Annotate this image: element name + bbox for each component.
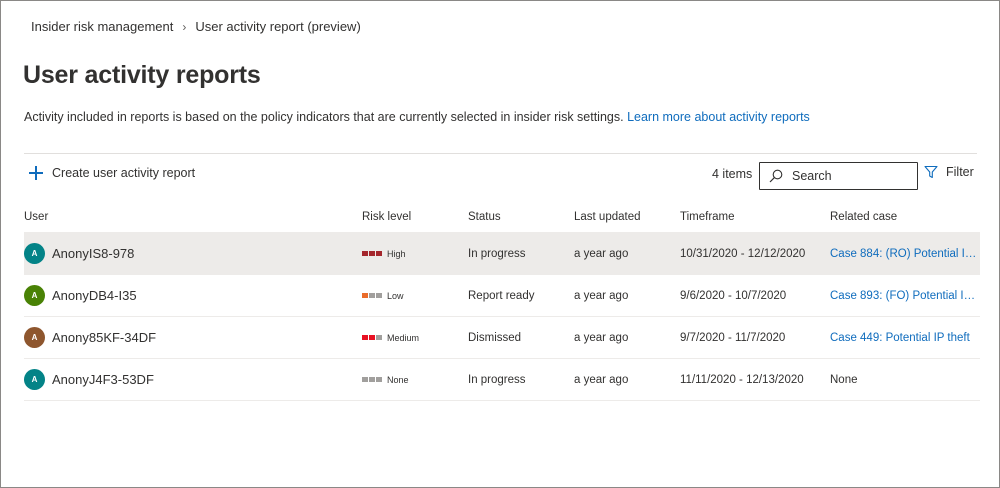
timeframe-cell: 9/6/2020 - 10/7/2020: [680, 289, 787, 302]
avatar: A: [24, 243, 45, 264]
risk-bar: [376, 335, 382, 340]
risk-level-label: None: [387, 374, 409, 385]
column-header-user[interactable]: User: [24, 211, 362, 223]
risk-level-label: Medium: [387, 332, 420, 343]
risk-bar: [376, 293, 382, 298]
command-bar: Create user activity report 4 items Filt…: [24, 159, 977, 191]
risk-bar: [362, 335, 368, 340]
last-updated-cell: a year ago: [574, 289, 629, 302]
timeframe-cell: 11/11/2020 - 12/13/2020: [680, 373, 804, 386]
search-icon: [769, 169, 783, 183]
table-body: A AnonyIS8-978 High In progress a year a…: [24, 233, 980, 401]
divider: [24, 153, 977, 154]
last-updated-cell: a year ago: [574, 373, 629, 386]
page-title: User activity reports: [23, 61, 261, 89]
user-name[interactable]: AnonyJ4F3-53DF: [52, 372, 154, 387]
risk-level-icon: [362, 293, 382, 298]
related-case-cell: None: [830, 373, 858, 386]
risk-level-icon: [362, 335, 382, 340]
table-row[interactable]: A AnonyJ4F3-53DF None In progress a year…: [24, 359, 980, 401]
user-cell: A AnonyJ4F3-53DF: [24, 369, 362, 390]
risk-cell: High: [362, 249, 468, 259]
avatar: A: [24, 327, 45, 348]
column-header-risk[interactable]: Risk level: [362, 211, 468, 223]
avatar: A: [24, 369, 45, 390]
risk-bar: [369, 251, 375, 256]
last-updated-cell: a year ago: [574, 331, 629, 344]
status-cell: Dismissed: [468, 331, 522, 344]
learn-more-link[interactable]: Learn more about activity reports: [627, 110, 810, 124]
page-description: Activity included in reports is based on…: [24, 110, 810, 124]
column-header-timeframe[interactable]: Timeframe: [680, 211, 830, 223]
status-cell: Report ready: [468, 289, 535, 302]
status-cell: In progress: [468, 373, 526, 386]
column-header-updated[interactable]: Last updated: [574, 211, 680, 223]
create-report-button[interactable]: Create user activity report: [28, 165, 195, 181]
user-name[interactable]: AnonyDB4-I35: [52, 288, 137, 303]
risk-level-icon: [362, 377, 382, 382]
related-case-link[interactable]: Case 893: (FO) Potential IP th…: [830, 290, 980, 302]
filter-button[interactable]: Filter: [924, 165, 974, 179]
user-name[interactable]: AnonyIS8-978: [52, 246, 134, 261]
table-header: User Risk level Status Last updated Time…: [24, 201, 980, 233]
risk-cell: Medium: [362, 333, 468, 343]
related-case-link[interactable]: Case 449: Potential IP theft: [830, 332, 980, 344]
risk-bar: [369, 293, 375, 298]
plus-icon: [28, 165, 44, 181]
breadcrumb: Insider risk management › User activity …: [31, 19, 361, 34]
user-cell: A AnonyDB4-I35: [24, 285, 362, 306]
timeframe-cell: 10/31/2020 - 12/12/2020: [680, 247, 806, 260]
table-row[interactable]: A AnonyDB4-I35 Low Report ready a year a…: [24, 275, 980, 317]
breadcrumb-item-insider-risk[interactable]: Insider risk management: [31, 19, 173, 34]
last-updated-cell: a year ago: [574, 247, 629, 260]
column-header-case[interactable]: Related case: [830, 211, 980, 223]
breadcrumb-item-current: User activity report (preview): [195, 19, 361, 34]
filter-icon: [924, 165, 938, 179]
risk-level-label: High: [387, 248, 406, 259]
search-input[interactable]: [792, 169, 902, 183]
table-row[interactable]: A AnonyIS8-978 High In progress a year a…: [24, 233, 980, 275]
risk-level-icon: [362, 251, 382, 256]
related-case-link[interactable]: Case 884: (RO) Potential IP t…: [830, 248, 980, 260]
risk-bar: [376, 251, 382, 256]
risk-bar: [362, 293, 368, 298]
user-name[interactable]: Anony85KF-34DF: [52, 330, 156, 345]
risk-cell: Low: [362, 291, 468, 301]
column-header-status[interactable]: Status: [468, 211, 574, 223]
risk-cell: None: [362, 375, 468, 385]
reports-table: User Risk level Status Last updated Time…: [24, 201, 980, 401]
risk-bar: [362, 377, 368, 382]
timeframe-cell: 9/7/2020 - 11/7/2020: [680, 331, 786, 344]
risk-bar: [376, 377, 382, 382]
risk-bar: [362, 251, 368, 256]
filter-label: Filter: [946, 165, 974, 179]
risk-bar: [369, 377, 375, 382]
avatar: A: [24, 285, 45, 306]
user-cell: A AnonyIS8-978: [24, 243, 362, 264]
user-cell: A Anony85KF-34DF: [24, 327, 362, 348]
item-count: 4 items: [712, 167, 753, 181]
risk-level-label: Low: [387, 290, 404, 301]
table-row[interactable]: A Anony85KF-34DF Medium Dismissed a year…: [24, 317, 980, 359]
create-report-label: Create user activity report: [52, 166, 196, 180]
page-frame: Insider risk management › User activity …: [0, 0, 1000, 488]
search-box[interactable]: [759, 162, 918, 190]
risk-bar: [369, 335, 375, 340]
chevron-right-icon: ›: [182, 19, 187, 34]
status-cell: In progress: [468, 247, 526, 260]
description-text: Activity included in reports is based on…: [24, 110, 624, 124]
